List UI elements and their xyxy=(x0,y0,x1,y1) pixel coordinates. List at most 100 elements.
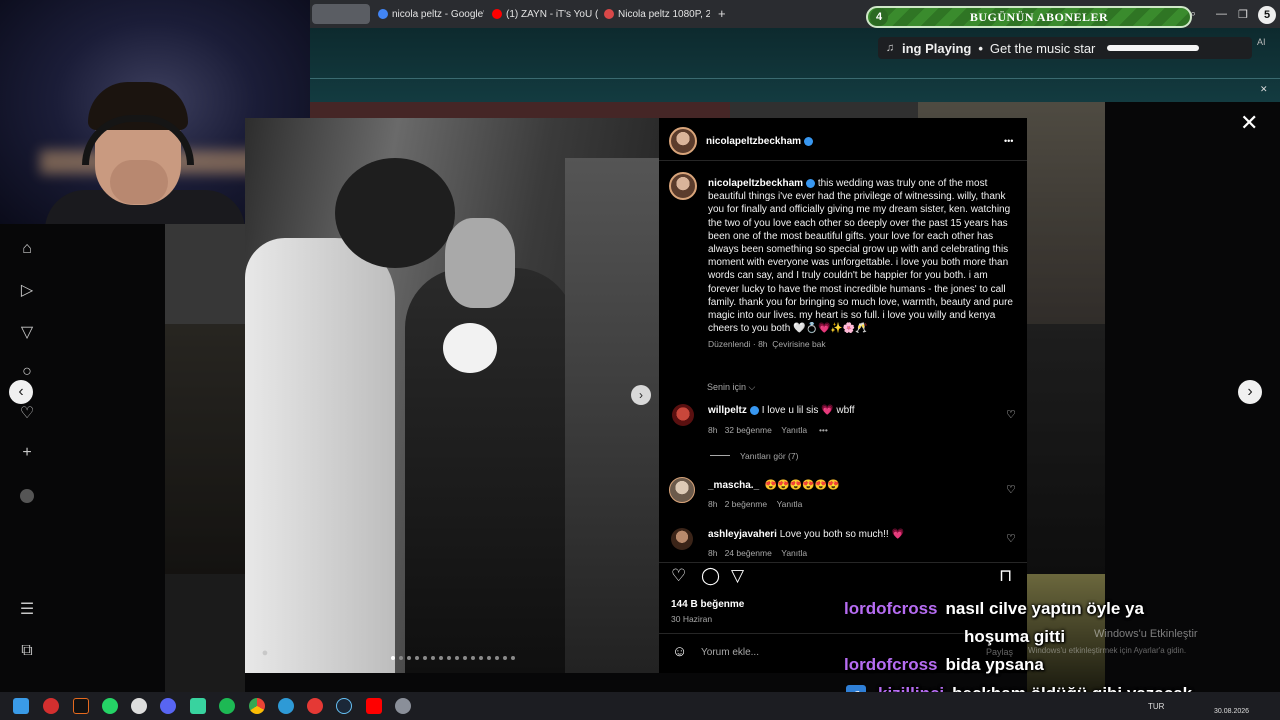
profile-avatar[interactable] xyxy=(16,485,38,507)
carousel-dots xyxy=(391,656,515,660)
tagged-user-icon[interactable]: ● xyxy=(254,642,276,664)
comment-meta: 8h 32 beğenme Yanıtla ••• xyxy=(708,425,828,435)
comment-sort-dropdown[interactable]: Senin için ⌵ xyxy=(707,382,755,393)
reels-icon[interactable]: ▷ xyxy=(16,279,38,301)
more-options-button[interactable]: ••• xyxy=(1004,136,1013,146)
notifications-icon[interactable]: ♡ xyxy=(16,402,38,424)
photo-figure xyxy=(335,158,455,268)
next-post-icon[interactable]: › xyxy=(1238,380,1262,404)
view-replies-line xyxy=(710,455,730,456)
caption-avatar[interactable] xyxy=(669,172,697,200)
photo-flower xyxy=(443,323,497,373)
verified-icon xyxy=(804,136,814,146)
actions-divider xyxy=(659,562,1027,563)
now-playing-label: ing Playing xyxy=(902,40,972,56)
discord-icon[interactable] xyxy=(160,698,176,714)
taskbar-clock[interactable]: 30.08.2026 xyxy=(1214,708,1249,715)
screen: nicola peltz - Google'da A (1) ZAYN - iT… xyxy=(0,0,1280,720)
site-icon xyxy=(604,9,614,19)
photo-next-icon[interactable]: › xyxy=(631,385,651,405)
windows-activation-sub: Windows'u etkinleştirmek için Ayarlar'a … xyxy=(1028,646,1187,655)
comment-avatar[interactable] xyxy=(669,477,695,503)
messages-icon[interactable]: ▽ xyxy=(16,321,38,343)
browser-tab[interactable]: (1) ZAYN - iT's YoU (Offici xyxy=(492,6,598,22)
now-playing-progress xyxy=(1107,45,1200,51)
toolbar-divider xyxy=(310,78,1280,79)
edge-icon[interactable] xyxy=(278,698,294,714)
home-icon[interactable]: ⌂ xyxy=(16,238,38,260)
spotify-icon[interactable] xyxy=(219,698,235,714)
bookmark-icon[interactable]: ⊓ xyxy=(999,566,1012,586)
browser-tab-blurred[interactable] xyxy=(312,4,370,24)
minimize-icon[interactable]: — xyxy=(1216,8,1227,20)
caption-edited: Düzenlendi · 8h xyxy=(708,339,768,350)
comment-like-icon[interactable]: ♡ xyxy=(1006,532,1016,545)
apps-icon[interactable]: ⧉ xyxy=(16,640,38,662)
close-modal-icon[interactable]: ✕ xyxy=(1240,110,1258,136)
steam-icon[interactable] xyxy=(336,698,352,714)
post-photo[interactable] xyxy=(245,118,659,673)
translate-link[interactable]: Çevirisine bak xyxy=(772,339,825,349)
ai-badge: AI xyxy=(1257,37,1266,47)
photo-background xyxy=(565,158,659,673)
comment: _mascha._ 😍😍😍😍😍😍 xyxy=(708,480,840,491)
comment-avatar[interactable] xyxy=(671,528,693,550)
menu-icon[interactable]: ☰ xyxy=(16,598,38,620)
subscriber-count: 4 xyxy=(870,8,888,26)
post-caption: nicolapeltzbeckham this wedding was trul… xyxy=(708,177,1014,352)
search-icon[interactable]: ⌕ xyxy=(1190,8,1196,21)
comment-icon[interactable]: ◯ xyxy=(701,566,720,586)
comment: ashleyjavaheri Love you both so much!! 💗 xyxy=(708,529,904,540)
subscriber-title: BUGÜNÜN ABONELER xyxy=(969,9,1109,24)
author-username[interactable]: nicolapeltzbeckham xyxy=(706,136,814,147)
windows-activation-title: Windows'u Etkinleştir xyxy=(1094,628,1198,640)
windows-start-icon[interactable] xyxy=(13,698,29,714)
likes-count[interactable]: 144 B beğenme xyxy=(671,599,744,610)
app-icon[interactable] xyxy=(190,698,206,714)
youtube-icon xyxy=(492,9,502,19)
photo-figure xyxy=(245,238,395,673)
photo-figure xyxy=(445,218,515,308)
yandex-icon[interactable] xyxy=(307,698,323,714)
language-indicator[interactable]: TUR xyxy=(1148,702,1164,711)
comment-like-icon[interactable]: ♡ xyxy=(1006,483,1016,496)
app-icon[interactable] xyxy=(73,698,89,714)
caption-username[interactable]: nicolapeltzbeckham xyxy=(708,178,803,189)
prev-post-icon[interactable]: ‹ xyxy=(9,380,33,404)
chat-message: lordofcross bida ypsana xyxy=(844,655,1044,674)
comment: willpeltz I love u lil sis 💗 wbff xyxy=(708,405,855,416)
browser-tab[interactable]: Nicola peltz 1080P, 2K, 4K xyxy=(604,6,710,22)
browser-tab[interactable]: nicola peltz - Google'da A xyxy=(378,6,484,22)
chrome-icon[interactable] xyxy=(249,698,265,714)
header-divider xyxy=(659,160,1027,161)
maximize-icon[interactable]: ❐ xyxy=(1238,8,1248,21)
window-badge: 5 xyxy=(1258,6,1276,24)
photo-figure xyxy=(405,268,575,673)
comment-avatar[interactable] xyxy=(672,404,694,426)
opera-icon[interactable] xyxy=(43,698,59,714)
verified-icon xyxy=(806,178,816,188)
emoji-icon[interactable]: ☺ xyxy=(672,643,687,660)
like-icon[interactable]: ♡ xyxy=(671,566,686,586)
share-icon[interactable]: ▽ xyxy=(731,566,744,586)
comment-like-icon[interactable]: ♡ xyxy=(1006,408,1016,421)
create-icon[interactable]: + xyxy=(16,442,38,464)
caption-text: this wedding was truly one of the most b… xyxy=(708,178,1013,335)
view-replies-button[interactable]: Yanıtları gör (7) xyxy=(740,451,798,461)
close-icon[interactable]: ✕ xyxy=(1260,84,1268,95)
chatgpt-icon[interactable] xyxy=(131,698,147,714)
author-avatar[interactable] xyxy=(669,127,697,155)
new-tab-button[interactable]: + xyxy=(718,6,726,21)
music-note-icon: ♫ xyxy=(885,42,895,54)
google-icon xyxy=(378,9,388,19)
settings-icon[interactable] xyxy=(395,698,411,714)
chat-message-cont: hoşuma gitti xyxy=(964,627,1066,646)
post-date: 30 Haziran xyxy=(671,614,713,624)
comment-input[interactable]: Yorum ekle... xyxy=(701,647,759,658)
youtube-icon[interactable] xyxy=(366,698,382,714)
now-playing-separator: • xyxy=(978,40,983,56)
comment-meta: 8h 24 beğenme Yanıtla xyxy=(708,548,808,558)
whatsapp-icon[interactable] xyxy=(102,698,118,714)
now-playing-text: Get the music star xyxy=(989,40,1096,56)
comment-meta: 8h 2 beğenme Yanıtla xyxy=(708,499,803,509)
